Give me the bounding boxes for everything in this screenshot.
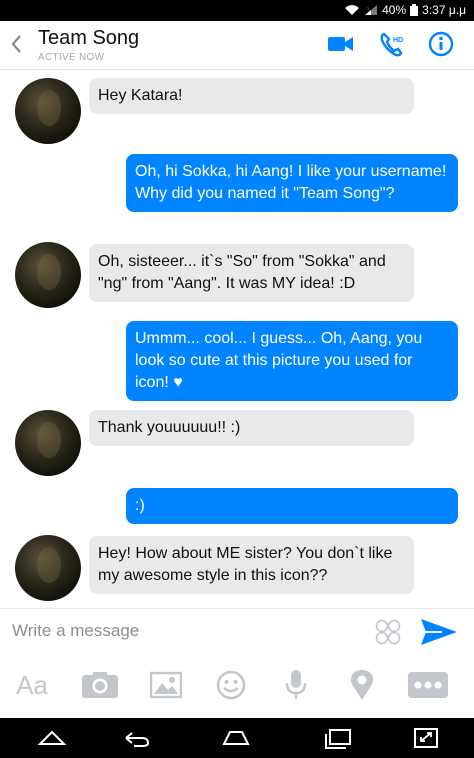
contact-avatar[interactable] [15,535,81,601]
microphone-icon [285,670,307,699]
info-icon[interactable] [426,30,456,58]
send-icon[interactable] [418,615,460,649]
more-icon [408,672,448,698]
emoji-icon [216,670,246,700]
microphone-button[interactable] [276,668,316,702]
message-input[interactable]: Write a message [12,621,139,641]
text-format-button[interactable]: Aa [12,668,52,702]
outgoing-message[interactable]: Ummm... cool... I guess... Oh, Aang, you… [126,321,458,401]
outgoing-message[interactable]: Oh, hi Sokka, hi Aang! I like your usern… [126,154,458,212]
contact-avatar[interactable] [15,242,81,308]
gallery-icon [150,671,182,699]
status-bar: x 40% 3:37 μ.μ [0,0,474,21]
more-button[interactable] [406,668,450,702]
composer-toolbar: Aa [0,654,474,718]
camera-icon [82,672,118,698]
active-status: ACTIVE NOW [38,52,105,63]
incoming-message[interactable]: Oh, sisteeer... it`s "So" from "Sokka" a… [89,244,414,302]
video-call-icon[interactable] [326,30,356,58]
incoming-message[interactable]: Thank youuuuuu!! :) [89,410,414,446]
camera-button[interactable] [80,668,120,702]
incoming-message[interactable]: Hey Katara! [89,78,414,114]
hd-phone-call-icon[interactable]: HD [378,30,408,58]
stickers-icon[interactable] [374,619,402,645]
back-icon[interactable] [8,33,26,55]
svg-text:x: x [367,6,370,12]
contact-avatar[interactable] [15,410,81,476]
battery-percent: 40% [382,3,407,17]
collapse-keyboard-icon[interactable] [36,726,68,750]
screenshot-icon[interactable] [410,726,442,750]
location-icon [350,670,374,700]
emoji-button[interactable] [211,668,251,702]
clock: 3:37 μ.μ [422,3,466,17]
gallery-button[interactable] [146,668,186,702]
nav-home-icon[interactable] [220,726,252,750]
message-list[interactable]: Hey Katara! Oh, hi Sokka, hi Aang! I lik… [0,70,474,607]
outgoing-message[interactable]: :) [126,488,458,524]
battery-icon [410,4,419,16]
svg-text:HD: HD [393,37,403,44]
conversation-header: Team Song ACTIVE NOW HD [0,21,474,70]
system-navigation-bar [0,718,474,758]
nav-recents-icon[interactable] [322,726,354,750]
location-button[interactable] [342,668,382,702]
conversation-title[interactable]: Team Song [38,27,139,50]
incoming-message[interactable]: Hey! How about ME sister? You don`t like… [89,536,414,594]
message-composer: Write a message [0,608,474,654]
signal-icon: x [365,5,378,15]
nav-back-icon[interactable] [120,726,152,750]
contact-avatar[interactable] [15,78,81,144]
wifi-icon [345,5,360,15]
